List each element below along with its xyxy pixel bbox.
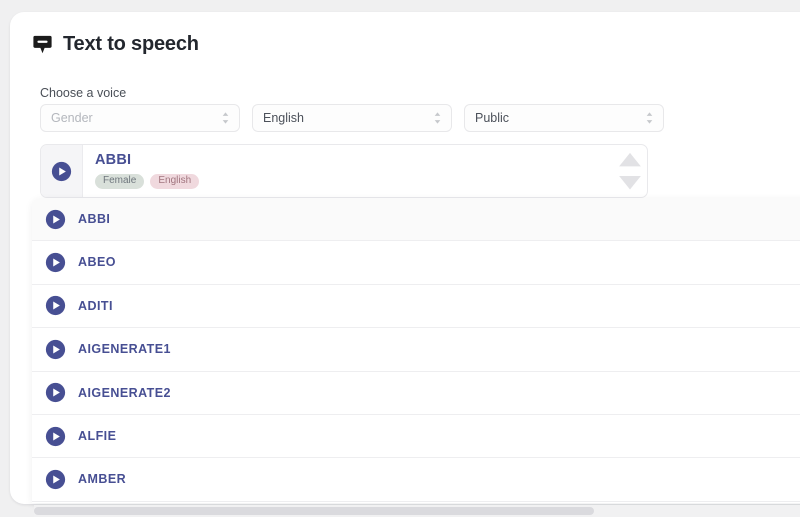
voice-list-item[interactable]: AIGENERATE2 [32,372,800,415]
voice-list-item-label: AMBER [78,473,126,486]
selected-voice-info: ABBI Female English [83,145,613,197]
horizontal-scrollbar-thumb[interactable] [34,507,594,515]
visibility-select-value: Public [475,112,509,125]
voice-list-item[interactable]: ABBI [32,198,800,241]
voice-list-item-label: AIGENERATE1 [78,343,171,356]
chevron-updown-icon [221,111,230,125]
card-header: Text to speech [32,32,199,55]
page-root: Text to speech Choose a voice Gender Eng… [0,0,800,517]
play-circle-icon[interactable] [45,469,66,490]
chevron-updown-icon [613,144,647,198]
choose-voice-label: Choose a voice [40,87,126,100]
play-circle-icon [51,161,72,182]
play-circle-icon[interactable] [45,209,66,230]
play-circle-icon[interactable] [45,382,66,403]
voice-list-item[interactable]: AMBER [32,458,800,501]
voice-dropdown-list[interactable]: ABBI ABEO ADITI AIGENERATE1 [32,198,800,503]
selected-voice-name: ABBI [95,153,613,169]
chevron-updown-icon [645,111,654,125]
play-circle-icon[interactable] [45,339,66,360]
language-select[interactable]: English [252,104,452,132]
chevron-updown-icon [433,111,442,125]
voice-list-item[interactable]: ADITI [32,285,800,328]
speech-bubble-icon [32,34,53,55]
selected-voice-dropdown-toggle[interactable] [613,145,647,197]
voice-list-item[interactable]: ABEO [32,241,800,284]
badge-language: English [150,174,199,190]
voice-list-item-label: ABBI [78,213,110,226]
voice-list-item[interactable]: ALFIE [32,415,800,458]
selected-voice-play-button[interactable] [41,145,83,197]
language-select-value: English [263,112,304,125]
page-title: Text to speech [63,34,199,54]
play-circle-icon[interactable] [45,295,66,316]
voice-list-item-label: ALFIE [78,430,116,443]
gender-select[interactable]: Gender [40,104,240,132]
voice-list-item-label: ABEO [78,256,116,269]
play-circle-icon[interactable] [45,252,66,273]
selected-voice-badges: Female English [95,174,613,190]
gender-select-value: Gender [51,112,93,125]
voice-list-item[interactable]: AIGENERATE1 [32,328,800,371]
horizontal-scrollbar[interactable] [34,505,800,517]
visibility-select[interactable]: Public [464,104,664,132]
voice-filters: Gender English Public [40,104,664,132]
badge-gender: Female [95,174,144,190]
voice-list-item-label: AIGENERATE2 [78,387,171,400]
play-circle-icon[interactable] [45,426,66,447]
voice-list-item-label: ADITI [78,300,113,313]
selected-voice-combobox[interactable]: ABBI Female English [40,144,648,198]
